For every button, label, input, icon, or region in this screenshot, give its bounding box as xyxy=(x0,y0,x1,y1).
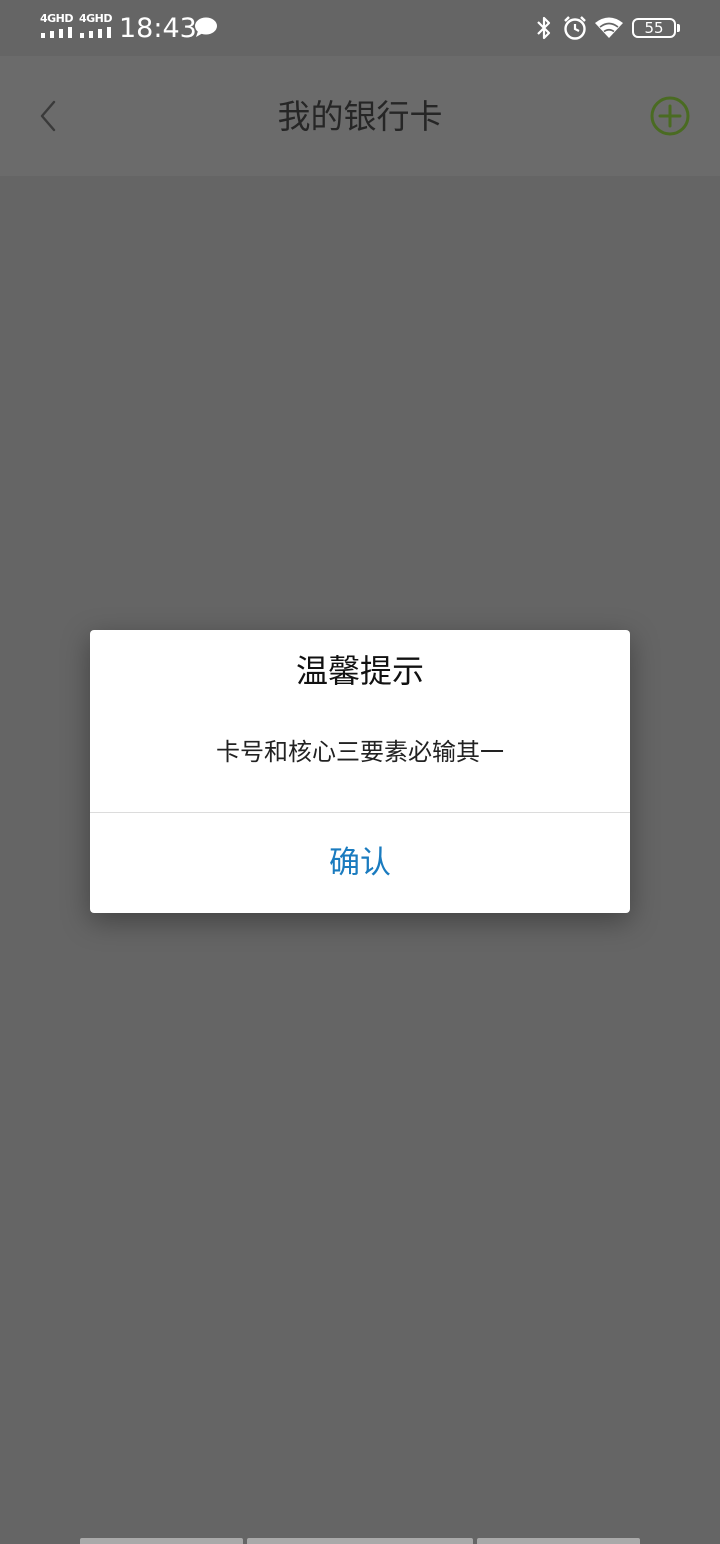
battery-icon: 55 xyxy=(632,18,676,38)
battery-tip xyxy=(677,24,680,32)
signal-icon: 4GHD xyxy=(79,13,113,39)
nav-bar: 我的银行卡 xyxy=(0,56,720,176)
bluetooth-icon xyxy=(537,16,551,40)
confirm-button[interactable]: 确认 xyxy=(90,813,630,913)
dialog-title: 温馨提示 xyxy=(295,652,424,690)
battery-level: 55 xyxy=(644,19,664,37)
chat-icon xyxy=(195,17,217,37)
add-circle-icon[interactable] xyxy=(648,94,692,138)
bottom-tab-handles xyxy=(80,1538,640,1544)
page-title: 我的银行卡 xyxy=(277,97,443,136)
alarm-icon xyxy=(564,16,586,40)
status-time: 18:43 xyxy=(119,13,197,44)
wifi-icon xyxy=(595,17,623,38)
network-label-1: 4GHD xyxy=(40,12,74,25)
status-bar: 4GHD 4GHD 18:43 55 xyxy=(0,0,720,56)
dialog-message: 卡号和核心三要素必输其一 xyxy=(216,738,504,766)
signal-icon: 4GHD xyxy=(40,13,74,39)
network-label-2: 4GHD xyxy=(79,12,113,25)
alert-dialog: 温馨提示 卡号和核心三要素必输其一 确认 xyxy=(90,630,630,913)
